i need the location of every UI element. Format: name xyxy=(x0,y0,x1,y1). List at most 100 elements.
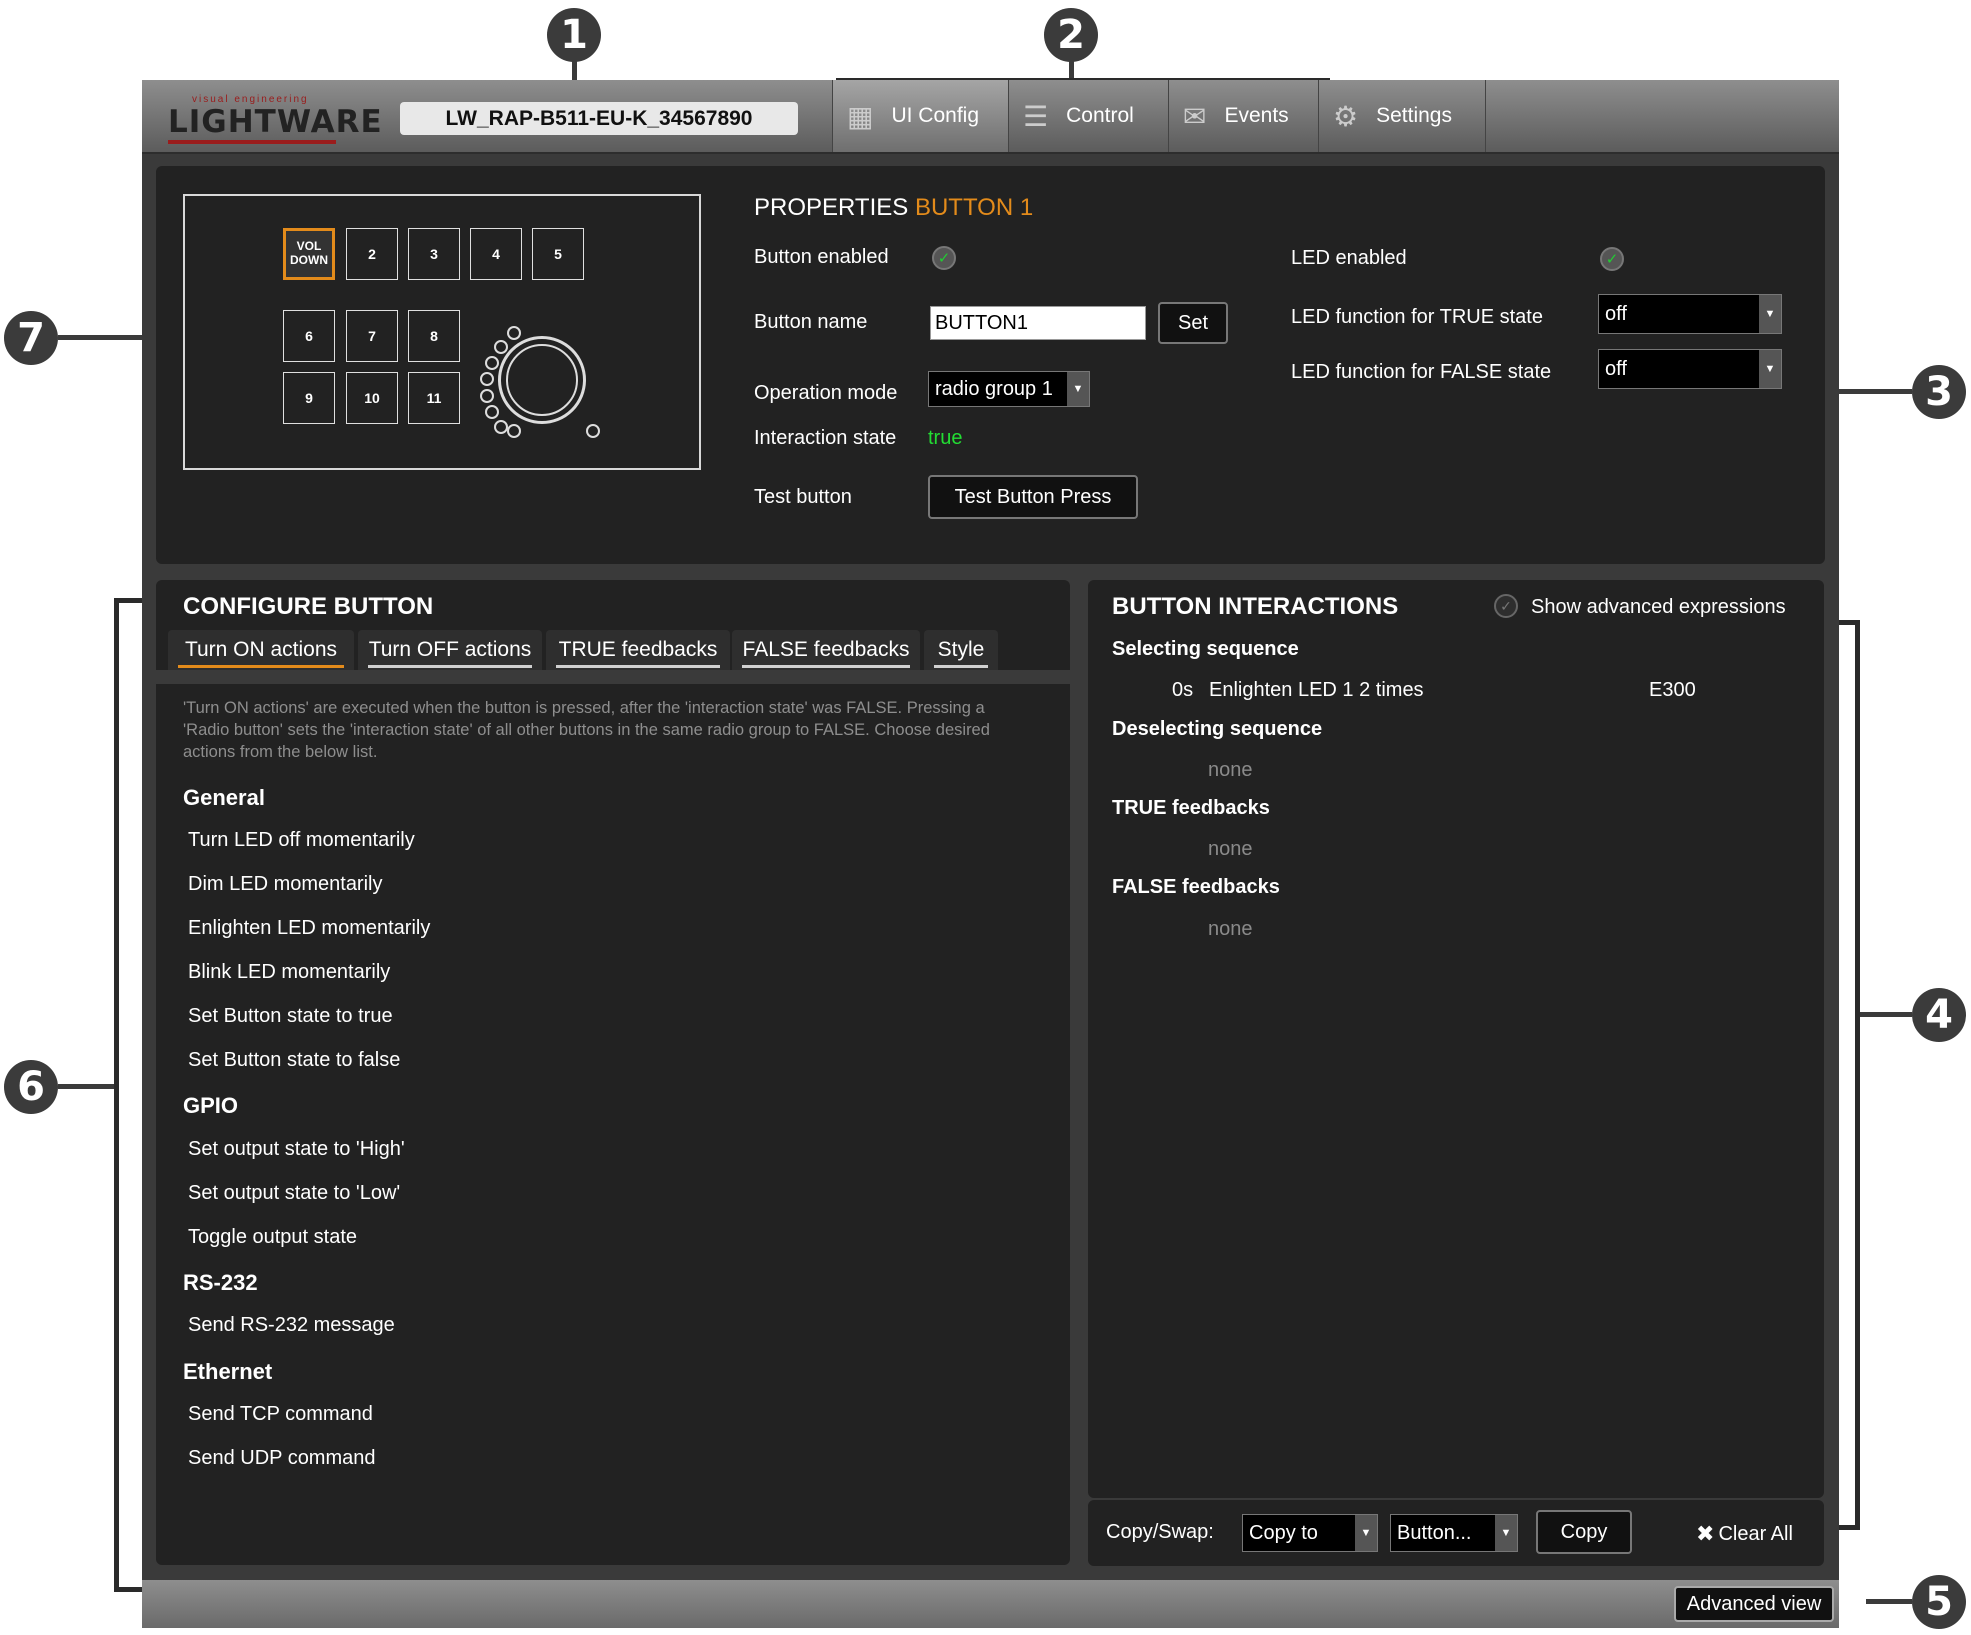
tab-underline xyxy=(934,665,988,668)
keypad-button-8[interactable]: 8 xyxy=(408,310,460,362)
operation-mode-value: radio group 1 xyxy=(935,377,1053,400)
lightware-logo: visual engineering LIGHTWARE xyxy=(168,94,382,144)
tab-settings[interactable]: ⚙ Settings xyxy=(1318,80,1486,152)
action-item[interactable]: Set Button state to false xyxy=(188,1049,400,1072)
configure-description: 'Turn ON actions' are executed when the … xyxy=(183,699,990,761)
volume-led-icon xyxy=(480,389,494,403)
tab-turn-off-actions-label: Turn OFF actions xyxy=(368,638,532,661)
chevron-down-icon: ▼ xyxy=(1355,1515,1377,1551)
action-item[interactable]: Dim LED momentarily xyxy=(188,873,382,896)
copy-target-value: Button... xyxy=(1397,1521,1472,1544)
status-led-icon xyxy=(586,424,600,438)
keypad-button-2[interactable]: 2 xyxy=(346,228,398,280)
led-false-value: off xyxy=(1605,357,1627,380)
tab-settings-label: Settings xyxy=(1376,104,1452,127)
true-feedbacks-none: none xyxy=(1208,838,1253,860)
selecting-sequence-title: Selecting sequence xyxy=(1112,638,1299,660)
keypad-button-6[interactable]: 6 xyxy=(283,310,335,362)
action-item[interactable]: Send UDP command xyxy=(188,1447,376,1470)
action-item[interactable]: Toggle output state xyxy=(188,1226,357,1249)
set-button[interactable]: Set xyxy=(1158,302,1228,344)
interaction-state-value: true xyxy=(928,427,963,449)
true-feedbacks-title: TRUE feedbacks xyxy=(1112,797,1270,819)
tab-turn-on-actions[interactable]: Turn ON actions xyxy=(168,630,354,670)
logo-wordmark: LIGHTWARE xyxy=(168,104,383,140)
callout-1: 1 xyxy=(547,8,601,62)
interaction-state-label: Interaction state xyxy=(754,427,897,449)
tab-ui-config[interactable]: ▦ UI Config xyxy=(832,80,1008,152)
tab-turn-off-actions[interactable]: Turn OFF actions xyxy=(358,630,542,670)
action-item[interactable]: Blink LED momentarily xyxy=(188,961,390,984)
volume-led-icon xyxy=(485,356,499,370)
action-item[interactable]: Set Button state to true xyxy=(188,1005,393,1028)
tab-false-feedbacks[interactable]: FALSE feedbacks xyxy=(732,630,920,670)
clear-all-button[interactable]: ✖ Clear All xyxy=(1696,1521,1793,1547)
callout-7: 7 xyxy=(4,311,58,365)
tab-turn-on-actions-label: Turn ON actions xyxy=(184,638,338,661)
tab-true-feedbacks[interactable]: TRUE feedbacks xyxy=(546,630,730,670)
test-button-press[interactable]: Test Button Press xyxy=(928,475,1138,519)
button-name-input[interactable] xyxy=(930,306,1146,340)
tab-underline xyxy=(178,665,344,668)
led-true-select[interactable]: off ▼ xyxy=(1598,294,1782,334)
callout-4-line xyxy=(1858,1012,1912,1017)
button-name-label: Button name xyxy=(754,311,868,333)
action-item[interactable]: Send TCP command xyxy=(188,1403,373,1426)
grid-icon: ▦ xyxy=(847,100,874,132)
led-false-select[interactable]: off ▼ xyxy=(1598,349,1782,389)
show-advanced-radio[interactable]: ✓ xyxy=(1494,594,1518,618)
tab-true-feedbacks-label: TRUE feedbacks xyxy=(558,638,718,661)
copy-mode-value: Copy to xyxy=(1249,1521,1318,1544)
tab-style[interactable]: Style xyxy=(924,630,998,670)
callout-6-line xyxy=(58,1084,116,1089)
tab-ui-config-label: UI Config xyxy=(891,104,980,127)
callout-3-line xyxy=(1836,389,1912,394)
chevron-down-icon: ▼ xyxy=(1067,372,1089,406)
operation-mode-select[interactable]: radio group 1 ▼ xyxy=(928,371,1090,407)
gear-icon: ⚙ xyxy=(1333,100,1359,132)
led-enabled-label: LED enabled xyxy=(1291,247,1407,269)
keypad-button-7[interactable]: 7 xyxy=(346,310,398,362)
false-feedbacks-none: none xyxy=(1208,918,1253,940)
keypad-button-5[interactable]: 5 xyxy=(532,228,584,280)
callout-6: 6 xyxy=(4,1060,58,1114)
events-icon: ✉ xyxy=(1183,100,1207,132)
keypad-button-3[interactable]: 3 xyxy=(408,228,460,280)
configure-tab-divider xyxy=(156,670,1070,684)
button-enabled-checkbox[interactable]: ✓ xyxy=(932,246,956,270)
selecting-code: E300 xyxy=(1649,679,1696,701)
tab-events[interactable]: ✉ Events xyxy=(1168,80,1318,152)
logo-underline xyxy=(168,140,336,144)
action-item[interactable]: Turn LED off momentarily xyxy=(188,829,415,852)
device-name-label[interactable]: LW_RAP-B511-EU-K_34567890 xyxy=(400,102,798,135)
action-item[interactable]: Send RS-232 message xyxy=(188,1314,395,1337)
keypad-button-9[interactable]: 9 xyxy=(283,372,335,424)
keypad-button-11[interactable]: 11 xyxy=(408,372,460,424)
tab-control[interactable]: ☰ Control xyxy=(1008,80,1168,152)
action-item[interactable]: Set output state to 'High' xyxy=(188,1138,405,1161)
volume-led-icon xyxy=(494,340,508,354)
led-true-value: off xyxy=(1605,302,1627,325)
led-true-label: LED function for TRUE state xyxy=(1291,306,1543,328)
callout-2: 2 xyxy=(1044,8,1098,62)
keypad-button-10[interactable]: 10 xyxy=(346,372,398,424)
led-enabled-checkbox[interactable]: ✓ xyxy=(1600,247,1624,271)
interactions-title: BUTTON INTERACTIONS xyxy=(1112,593,1399,620)
tab-style-label: Style xyxy=(937,638,985,661)
properties-title-label: PROPERTIES xyxy=(754,194,909,221)
selecting-action[interactable]: Enlighten LED 1 2 times xyxy=(1209,679,1424,702)
copy-button[interactable]: Copy xyxy=(1536,1510,1632,1554)
advanced-view-button[interactable]: Advanced view xyxy=(1674,1586,1834,1622)
copy-target-select[interactable]: Button... ▼ xyxy=(1390,1514,1518,1552)
chevron-down-icon: ▼ xyxy=(1759,350,1781,388)
action-item[interactable]: Set output state to 'Low' xyxy=(188,1182,400,1205)
volume-led-icon xyxy=(480,372,494,386)
tab-underline xyxy=(742,665,910,668)
show-advanced-label[interactable]: Show advanced expressions xyxy=(1531,596,1786,619)
copy-mode-select[interactable]: Copy to ▼ xyxy=(1242,1514,1378,1552)
keypad-button-4[interactable]: 4 xyxy=(470,228,522,280)
bottom-bar xyxy=(142,1580,1839,1628)
keypad-button-1[interactable]: VOL DOWN xyxy=(283,228,335,280)
action-item[interactable]: Enlighten LED momentarily xyxy=(188,917,430,940)
clear-all-label: Clear All xyxy=(1718,1522,1793,1545)
